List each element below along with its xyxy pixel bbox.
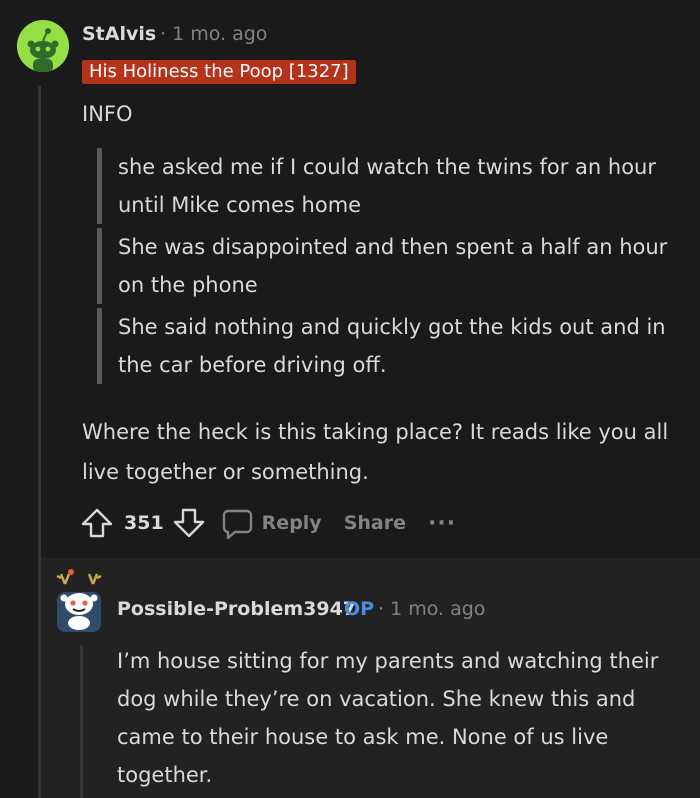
comment-body: Where the heck is this taking place? It … [82, 420, 669, 484]
share-button[interactable]: Share [344, 512, 406, 534]
reply-button[interactable]: Reply [262, 512, 322, 534]
blockquote: she asked me if I could watch the twins … [97, 148, 698, 224]
more-options-button[interactable]: ··· [428, 511, 456, 536]
reply-bubble-icon[interactable] [220, 506, 254, 540]
user-flair: His Holiness the Poop [1327] [82, 60, 356, 84]
reply-body: I’m house sitting for my parents and wat… [117, 649, 659, 787]
upvote-icon[interactable] [80, 506, 114, 540]
snoo-avatar-icon [17, 20, 69, 72]
blockquote: She was disappointed and then spent a ha… [97, 228, 698, 304]
reply-timestamp: · 1 mo. ago [378, 598, 486, 620]
comment-heading: INFO [82, 102, 133, 126]
op-badge: OP [344, 598, 375, 620]
comment-username[interactable]: StAlvis [82, 23, 156, 45]
thread-collapse-line[interactable] [80, 645, 83, 798]
blockquote: She said nothing and quickly got the kid… [97, 308, 698, 384]
reply-username[interactable]: Possible-Problem3947 [117, 598, 356, 620]
vote-score: 351 [124, 512, 164, 534]
reply-user-avatar[interactable] [51, 568, 107, 638]
user-avatar[interactable] [17, 20, 69, 72]
comment-action-bar: 351 Reply Share ··· [80, 505, 456, 541]
downvote-icon[interactable] [172, 506, 206, 540]
comment-thread: StAlvis · 1 mo. ago His Holiness the Poo… [0, 0, 700, 798]
comment-timestamp: · 1 mo. ago [160, 23, 268, 45]
snoo-avatar-icon [56, 569, 102, 632]
